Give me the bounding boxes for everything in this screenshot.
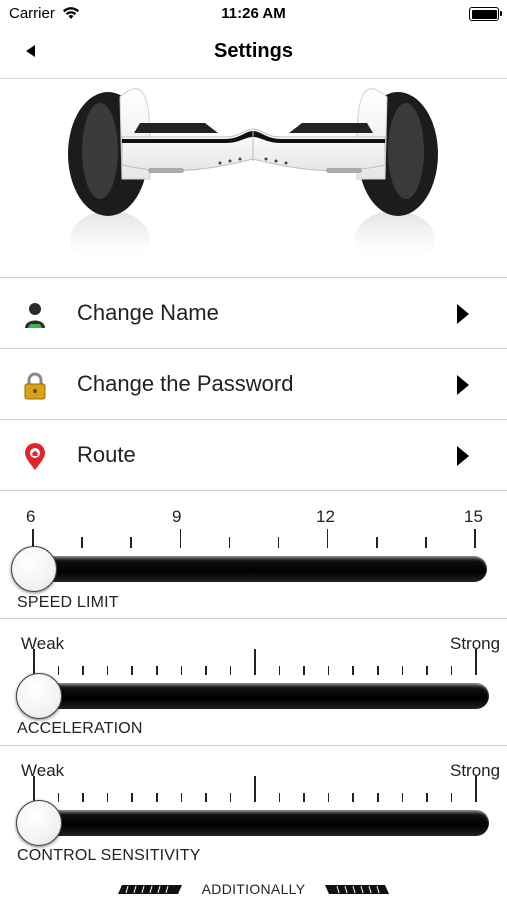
menu-item-label: Route: [77, 442, 136, 467]
user-icon: [25, 303, 45, 328]
minor-tick: [377, 666, 379, 675]
speed-tick-label: 15: [464, 507, 483, 526]
menu-item-label: Change the Password: [77, 371, 294, 396]
minor-tick: [180, 793, 183, 802]
minor-tick: [277, 537, 280, 548]
minor-tick: [303, 793, 305, 802]
chevron-right-icon: [457, 446, 469, 466]
speed-tick-label: 12: [316, 507, 335, 526]
minor-tick: [377, 793, 379, 802]
minor-tick: [425, 537, 427, 548]
speed-tick-label: 6: [26, 507, 36, 526]
minor-tick: [278, 793, 281, 802]
sensitivity-low-label: Weak: [21, 761, 65, 780]
minor-tick: [303, 666, 305, 675]
minor-tick: [130, 537, 132, 548]
major-tick: [475, 776, 477, 802]
major-tick: [475, 649, 477, 675]
minor-tick: [82, 793, 84, 802]
page-title: Settings: [214, 40, 293, 62]
minor-tick: [401, 793, 404, 802]
minor-tick: [278, 666, 281, 675]
control-sensitivity-thumb[interactable]: [16, 800, 62, 846]
status-time: 11:26 AM: [221, 5, 286, 22]
minor-tick: [450, 666, 453, 675]
chevron-right-icon: [457, 375, 469, 395]
menu-item-route[interactable]: Route: [0, 419, 507, 491]
minor-tick: [205, 793, 207, 802]
acceleration-track[interactable]: [22, 683, 489, 709]
minor-tick: [205, 666, 207, 675]
speed-tick-label: 9: [172, 507, 182, 526]
minor-tick: [180, 666, 183, 675]
nav-bar: Settings: [0, 28, 507, 79]
minor-tick: [229, 793, 232, 802]
settings-menu: Change Name Change the Password Route: [0, 277, 507, 491]
status-bar: Carrier 11:26 AM: [0, 0, 507, 28]
minor-tick: [156, 666, 158, 675]
menu-item-change-name[interactable]: Change Name: [0, 277, 507, 348]
minor-tick: [57, 666, 60, 675]
minor-tick: [57, 793, 60, 802]
map-pin-icon: [25, 443, 45, 470]
additionally-button[interactable]: ADDITIONALLY: [0, 878, 507, 900]
speed-limit-track[interactable]: [20, 556, 487, 582]
minor-tick: [131, 793, 133, 802]
menu-item-change-password[interactable]: Change the Password: [0, 348, 507, 419]
minor-tick: [131, 666, 133, 675]
major-tick: [254, 649, 256, 675]
minor-tick: [82, 666, 84, 675]
minor-tick: [81, 537, 83, 548]
tread-decoration-icon: [325, 885, 389, 894]
acceleration-caption: ACCELERATION: [17, 720, 143, 737]
major-tick: [326, 529, 329, 548]
hoverboard-image: [0, 79, 507, 277]
major-tick: [33, 649, 35, 675]
speed-limit-section: 6 9 12 15 SPEED LIMIT: [0, 492, 507, 619]
menu-item-label: Change Name: [77, 300, 219, 325]
minor-tick: [106, 666, 109, 675]
minor-tick: [156, 793, 158, 802]
minor-tick: [426, 793, 428, 802]
minor-tick: [352, 793, 354, 802]
major-tick: [33, 776, 35, 802]
minor-tick: [401, 666, 404, 675]
additionally-label: ADDITIONALLY: [201, 881, 306, 897]
minor-tick: [327, 793, 330, 802]
minor-tick: [376, 537, 378, 548]
minor-tick: [106, 793, 109, 802]
minor-tick: [450, 793, 453, 802]
acceleration-low-label: Weak: [21, 634, 65, 653]
minor-tick: [352, 666, 354, 675]
control-sensitivity-caption: CONTROL SENSITIVITY: [17, 847, 201, 864]
acceleration-thumb[interactable]: [16, 673, 62, 719]
major-tick: [179, 529, 182, 548]
acceleration-section: Weak Strong ACCELERATION: [0, 619, 507, 746]
minor-tick: [426, 666, 428, 675]
chevron-right-icon: [457, 304, 469, 324]
control-sensitivity-track[interactable]: [22, 810, 489, 836]
lock-icon: [24, 372, 46, 400]
battery-icon: [469, 7, 502, 21]
speed-limit-thumb[interactable]: [11, 546, 57, 592]
control-sensitivity-section: Weak Strong CONTROL SENSITIVITY: [0, 746, 507, 872]
major-tick: [474, 529, 476, 548]
minor-tick: [228, 537, 231, 548]
minor-tick: [229, 666, 232, 675]
major-tick: [254, 776, 256, 802]
speed-limit-caption: SPEED LIMIT: [17, 594, 119, 611]
minor-tick: [327, 666, 330, 675]
